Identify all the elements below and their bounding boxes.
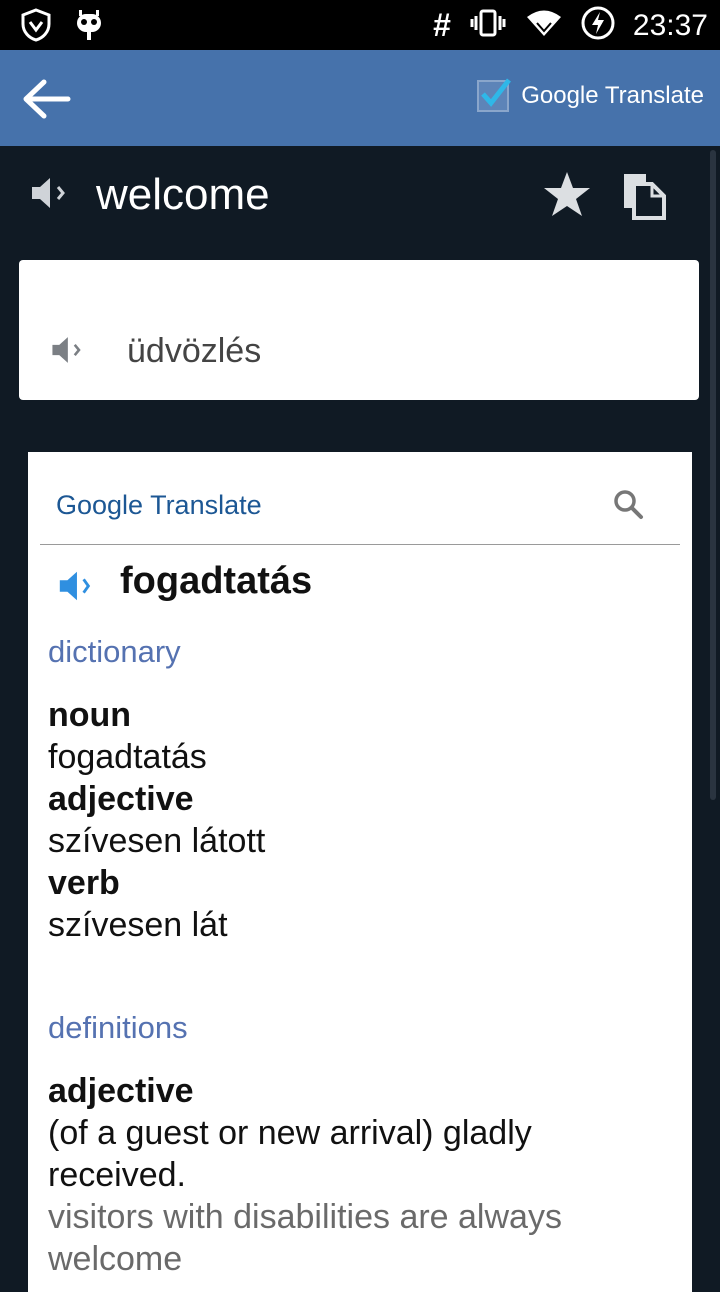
dictionary-value: szívesen lát bbox=[48, 906, 228, 944]
definition-pos: adjective bbox=[48, 1072, 194, 1110]
check-icon bbox=[481, 78, 512, 107]
entry-word: welcome bbox=[96, 170, 270, 219]
app-bar: Google Translate bbox=[0, 50, 720, 146]
divider bbox=[40, 544, 680, 545]
cyanogen-bot-icon bbox=[74, 8, 104, 47]
copy-icon[interactable] bbox=[616, 168, 672, 224]
google-translate-toggle[interactable]: Google Translate bbox=[477, 78, 704, 112]
speaker-icon[interactable] bbox=[49, 332, 85, 368]
search-icon[interactable] bbox=[612, 488, 644, 520]
speaker-icon[interactable] bbox=[56, 566, 96, 606]
dictionary-value: fogadtatás bbox=[48, 738, 207, 776]
clock: 23:37 bbox=[632, 8, 708, 42]
translation-text: üdvözlés bbox=[127, 332, 262, 370]
google-translate-header[interactable]: Google Translate bbox=[56, 490, 262, 521]
status-bar: # 23:37 bbox=[0, 0, 720, 50]
speaker-icon[interactable] bbox=[28, 172, 70, 214]
dictionary-pos: noun bbox=[48, 696, 132, 734]
google-translate-checkbox[interactable] bbox=[477, 78, 512, 112]
definition-example: visitors with disabilities are always we… bbox=[48, 1198, 562, 1278]
google-translate-panel: Google Translate fogadtatás dictionary n… bbox=[28, 452, 692, 1292]
dictionary-list: noun fogadtatás adjective szívesen látot… bbox=[48, 694, 668, 946]
main-translation: fogadtatás bbox=[120, 560, 313, 602]
google-translate-toggle-label: Google Translate bbox=[521, 82, 704, 109]
definitions-title: definitions bbox=[48, 1010, 188, 1045]
dictionary-pos: verb bbox=[48, 864, 120, 902]
dictionary-value: szívesen látott bbox=[48, 822, 266, 860]
wifi-icon bbox=[525, 8, 563, 43]
translation-card: üdvözlés bbox=[19, 260, 699, 400]
favorite-star-icon[interactable] bbox=[540, 168, 594, 222]
dictionary-title: dictionary bbox=[48, 634, 181, 669]
shield-icon bbox=[20, 8, 52, 47]
battery-charging-icon bbox=[581, 6, 615, 45]
scrollbar[interactable] bbox=[710, 150, 716, 800]
dictionary-pos: adjective bbox=[48, 780, 194, 818]
arrow-left-icon bbox=[23, 79, 71, 119]
definition-text: (of a guest or new arrival) gladly recei… bbox=[48, 1114, 532, 1194]
hash-icon: # bbox=[433, 7, 451, 43]
entry-header: welcome bbox=[0, 146, 720, 246]
back-button[interactable] bbox=[20, 76, 76, 122]
definitions-list: adjective (of a guest or new arrival) gl… bbox=[48, 1070, 668, 1280]
vibrate-icon bbox=[469, 8, 507, 43]
